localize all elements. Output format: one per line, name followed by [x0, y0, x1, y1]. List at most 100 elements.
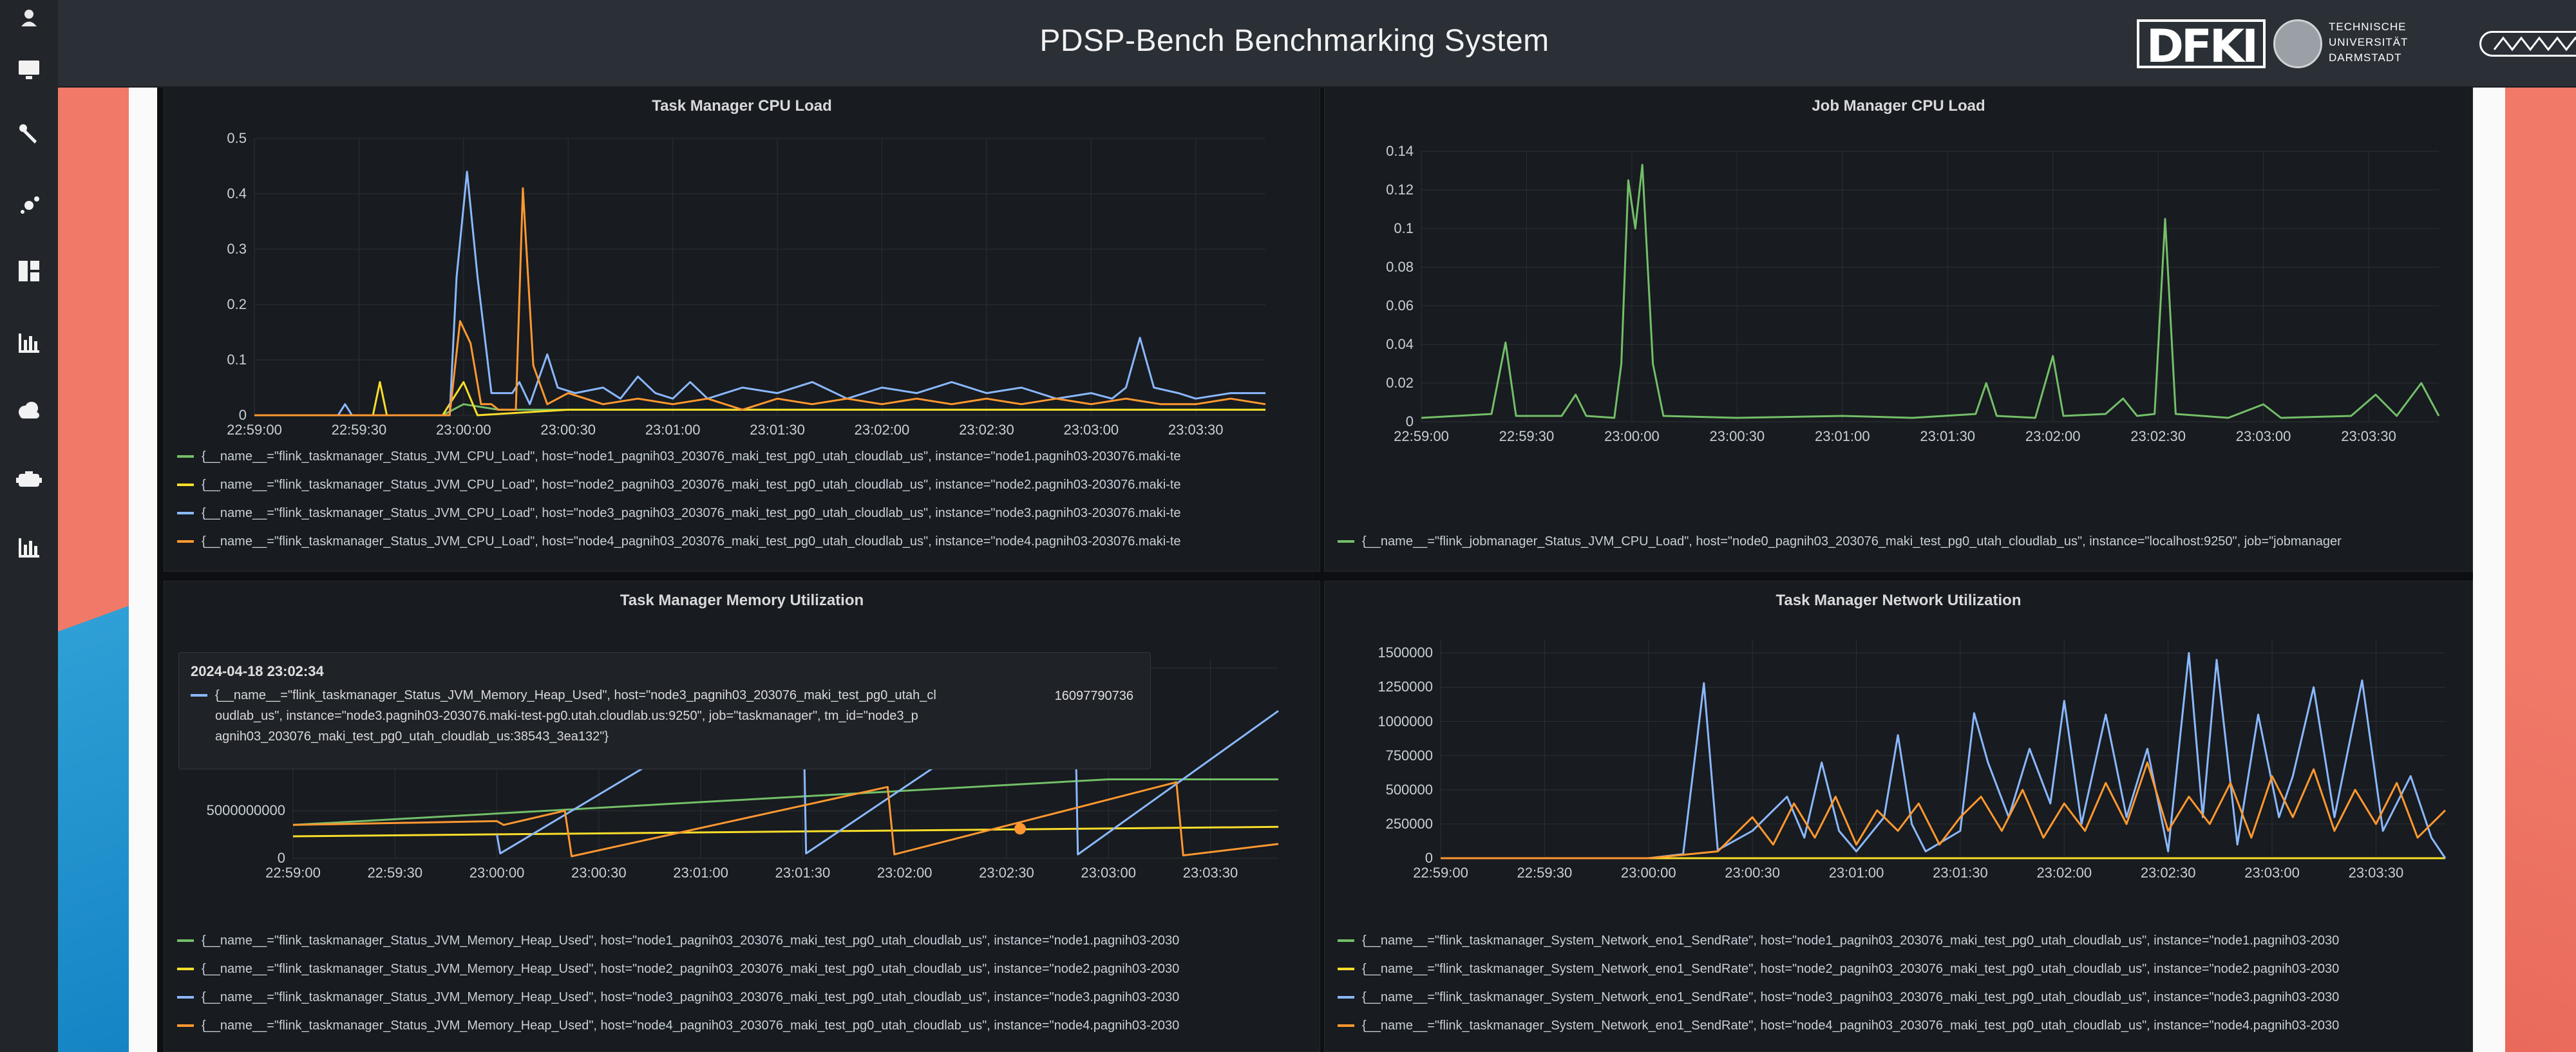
legend-swatch: [177, 968, 194, 970]
series-line-node3[interactable]: [254, 171, 1265, 417]
x-tick-label: 23:02:00: [2025, 428, 2081, 444]
panel-task-manager-network-utilization[interactable]: Task Manager Network Utilization {__name…: [1324, 581, 2473, 1052]
legend-label: {__name__="flink_taskmanager_Status_JVM_…: [202, 990, 1180, 1004]
x-tick-label: 22:59:00: [227, 422, 282, 438]
y-tick-label: 0.3: [227, 241, 247, 257]
panel-task-manager-cpu-load[interactable]: Task Manager CPU Load {__name__="flink_t…: [164, 86, 1320, 572]
tu-logo-line2: UNIVERSITÄT: [2329, 36, 2409, 48]
series-line-node2[interactable]: [292, 825, 1279, 838]
legend-swatch: [177, 512, 194, 514]
dashboard: Task Manager CPU Load {__name__="flink_t…: [157, 86, 2473, 1052]
x-tick-label: 23:01:00: [673, 865, 728, 881]
bar-chart-icon[interactable]: [14, 533, 44, 563]
y-tick-label: 250000: [1385, 815, 1433, 832]
x-tick-label: 23:03:30: [2348, 865, 2404, 881]
x-tick-label: 22:59:00: [1394, 428, 1449, 444]
legend-item-node4[interactable]: {__name__="flink_taskmanager_Status_JVM_…: [177, 532, 1317, 550]
x-tick-label: 23:03:00: [2244, 865, 2300, 881]
series-line-node2[interactable]: [254, 380, 1265, 417]
x-tick-label: 23:02:30: [979, 865, 1034, 881]
panel-job-manager-cpu-load[interactable]: Job Manager CPU Load {__name__="flink_jo…: [1324, 86, 2473, 572]
chart-plot-area[interactable]: [1440, 639, 2447, 859]
y-tick-label: 0.06: [1386, 297, 1414, 314]
legend-swatch: [177, 939, 194, 942]
panel-title: Job Manager CPU Load: [1812, 97, 1985, 115]
dfki-logo: DFKI: [2137, 19, 2266, 71]
legend-item-node2[interactable]: {__name__="flink_taskmanager_Status_JVM_…: [177, 476, 1317, 494]
y-tick-label: 5000000000: [206, 802, 285, 819]
panel-task-manager-memory-utilization[interactable]: Task Manager Memory Utilization {__name_…: [164, 581, 1320, 1052]
panel-title: Task Manager CPU Load: [652, 97, 832, 115]
y-tick-label: 0.02: [1386, 375, 1414, 391]
legend-swatch: [1338, 939, 1354, 942]
tooltip-swatch: [191, 694, 207, 697]
legend-label: {__name__="flink_taskmanager_System_Netw…: [1362, 1018, 2340, 1033]
legend-item-node4[interactable]: {__name__="flink_taskmanager_System_Netw…: [1338, 1017, 2471, 1035]
y-tick-label: 0.1: [227, 352, 247, 368]
x-tick-label: 23:01:30: [775, 865, 831, 881]
x-tick-label: 23:00:30: [1709, 428, 1765, 444]
dashboard-layout-icon[interactable]: [14, 256, 44, 286]
app-title: PDSP-Bench Benchmarking System: [1039, 24, 1549, 58]
tu-darmstadt-logo: TECHNISCHE UNIVERSITÄT DARMSTADT: [2329, 19, 2445, 66]
x-tick-label: 22:59:30: [1499, 428, 1555, 444]
wrench-icon[interactable]: [14, 120, 44, 149]
x-tick-label: 23:02:30: [2140, 865, 2196, 881]
x-tick-label: 22:59:00: [1413, 865, 1468, 881]
x-tick-label: 22:59:30: [1517, 865, 1573, 881]
y-tick-label: 0.14: [1386, 143, 1414, 159]
legend-item-node2[interactable]: {__name__="flink_taskmanager_System_Netw…: [1338, 960, 2471, 978]
cloud-icon[interactable]: [14, 395, 44, 425]
tooltip-value: 16097790736: [1054, 689, 1133, 703]
panel-title: Task Manager Memory Utilization: [620, 592, 864, 609]
legend-item-node1[interactable]: {__name__="flink_taskmanager_Status_JVM_…: [177, 447, 1317, 465]
x-tick-label: 23:00:00: [469, 865, 525, 881]
series-line-node4[interactable]: [292, 781, 1279, 858]
tu-logo-line1: TECHNISCHE: [2329, 21, 2407, 33]
controller-icon[interactable]: [14, 465, 44, 494]
x-tick-label: 23:00:30: [571, 865, 627, 881]
x-tick-label: 22:59:30: [331, 422, 387, 438]
series-line-node4[interactable]: [254, 187, 1266, 417]
legend-item-node1[interactable]: {__name__="flink_taskmanager_Status_JVM_…: [177, 932, 1317, 950]
bar-chart-icon[interactable]: [14, 328, 44, 358]
series-line-node0[interactable]: [1421, 164, 2440, 419]
scatter-dots-icon[interactable]: [14, 188, 44, 218]
legend-item-node1[interactable]: {__name__="flink_taskmanager_System_Netw…: [1338, 932, 2471, 950]
legend-item-node3[interactable]: {__name__="flink_taskmanager_System_Netw…: [1338, 988, 2471, 1006]
x-tick-label: 23:00:30: [1725, 865, 1780, 881]
legend-item-node3[interactable]: {__name__="flink_taskmanager_Status_JVM_…: [177, 988, 1317, 1006]
x-tick-label: 23:00:00: [1620, 865, 1676, 881]
tu-darmstadt-seal-icon: [2273, 19, 2322, 68]
legend-swatch: [177, 996, 194, 999]
series-line-node1[interactable]: [292, 778, 1278, 826]
background-decoration-right: [2505, 86, 2576, 1052]
chart-plot-area[interactable]: [254, 138, 1266, 417]
tooltip-series-label: {__name__="flink_taskmanager_Status_JVM_…: [215, 688, 936, 702]
user-avatar-icon[interactable]: [14, 3, 44, 32]
chart-plot-area[interactable]: [1421, 151, 2440, 422]
hover-tooltip: 2024-04-18 23:02:34 {__name__="flink_tas…: [178, 652, 1151, 769]
y-tick-label: 500000: [1385, 781, 1433, 798]
legend-swatch: [177, 455, 194, 458]
x-tick-label: 22:59:00: [265, 865, 321, 881]
legend-swatch: [177, 1024, 194, 1027]
y-tick-label: 0.04: [1386, 336, 1414, 352]
series-line-node4[interactable]: [1441, 761, 2447, 859]
legend-label: {__name__="flink_taskmanager_Status_JVM_…: [202, 477, 1181, 492]
legend-item-node3[interactable]: {__name__="flink_taskmanager_Status_JVM_…: [177, 504, 1317, 522]
maki-logo: [2479, 31, 2576, 57]
y-tick-label: 0.1: [1394, 220, 1414, 236]
x-tick-label: 23:03:30: [1182, 865, 1238, 881]
panel-title: Task Manager Network Utilization: [1776, 592, 2022, 609]
maki-logo-mark: [2493, 36, 2576, 52]
legend-label: {__name__="flink_taskmanager_System_Netw…: [1362, 961, 2340, 976]
tooltip-series-label: agnih03_203076_maki_test_pg0_utah_cloudl…: [215, 729, 609, 744]
legend-item-node4[interactable]: {__name__="flink_taskmanager_Status_JVM_…: [177, 1017, 1317, 1035]
y-tick-label: 750000: [1385, 747, 1433, 764]
monitor-icon[interactable]: [14, 55, 44, 85]
legend-item-node2[interactable]: {__name__="flink_taskmanager_Status_JVM_…: [177, 960, 1317, 978]
legend-item-node0[interactable]: {__name__="flink_jobmanager_Status_JVM_C…: [1338, 532, 2471, 550]
tooltip-series-label: oudlab_us", instance="node3.pagnih03-203…: [215, 709, 918, 723]
x-tick-label: 23:03:00: [1063, 422, 1119, 438]
